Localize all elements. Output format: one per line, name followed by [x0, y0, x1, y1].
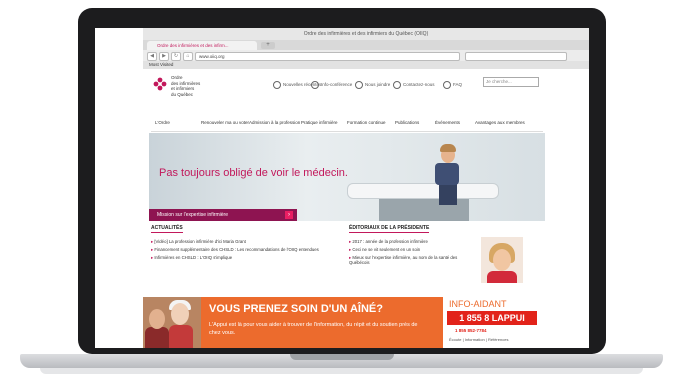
- menu-item[interactable]: Admission à la profession: [249, 120, 300, 125]
- ad-subtitle: L'Appui est là pour vous aider à trouver…: [209, 322, 418, 336]
- site-logo[interactable]: Ordre des infirmières et infirmiers du Q…: [153, 75, 213, 115]
- person-face: [149, 309, 165, 329]
- phone-icon: [393, 81, 401, 89]
- editorial-item[interactable]: 2017 : année de la profession infirmière: [349, 239, 475, 244]
- appui-ad-banner[interactable]: VOUS PRENEZ SOIN D'UN AÎNÉ? L'Appui est …: [143, 297, 443, 348]
- arrow-right-icon: ›: [285, 211, 293, 219]
- child-legs: [439, 183, 457, 205]
- laptop-notch: [290, 354, 394, 360]
- contact-icon: [355, 81, 363, 89]
- menu-item[interactable]: Pratique infirmière: [301, 120, 338, 125]
- forward-icon[interactable]: ▶: [159, 52, 169, 61]
- news-icon: [273, 81, 281, 89]
- logo-text: Ordre des infirmières et infirmiers du Q…: [171, 75, 201, 97]
- info-aidant-alt-phone: 1 855 852-7784: [455, 328, 487, 333]
- screen-left-margin: [95, 28, 143, 348]
- home-icon[interactable]: ⌂: [183, 52, 193, 61]
- menu-item[interactable]: L'Ordre: [155, 120, 170, 125]
- address-bar[interactable]: www.oiiq.org: [195, 52, 460, 61]
- browser-toolbar: ◀ ▶ ↻ ⌂ www.oiiq.org: [143, 50, 589, 61]
- util-contact[interactable]: Nous joindre: [355, 81, 390, 89]
- news-item[interactable]: Infirmières en CHSLD : L'OIIQ s'implique: [151, 255, 326, 260]
- person-body: [169, 325, 193, 348]
- webpage: Ordre des infirmières et infirmiers du Q…: [143, 69, 589, 348]
- menu-item[interactable]: Publications: [395, 120, 419, 125]
- main-menu: L'Ordre Renouveler ma ou voter Admission…: [151, 119, 543, 132]
- info-aidant-box[interactable]: INFO-AIDANT 1 855 8 LAPPUI 1 855 852-778…: [445, 297, 541, 348]
- new-tab-button[interactable]: +: [261, 42, 275, 49]
- menu-item[interactable]: Avantages aux membres: [475, 120, 525, 125]
- mission-link[interactable]: Mission sur l'expertise infirmière ›: [149, 209, 297, 221]
- bookmarks-bar: Most Visited: [143, 61, 589, 69]
- util-conference[interactable]: Info-conférence: [311, 81, 352, 89]
- menu-item[interactable]: Événements: [435, 120, 460, 125]
- child-hair: [440, 144, 456, 152]
- oiiq-logo-icon: [153, 77, 167, 91]
- util-faq[interactable]: FAQ: [443, 81, 462, 89]
- window-title: Ordre des infirmières et des infirmiers …: [303, 31, 429, 37]
- browser-tab[interactable]: Ordre des infirmières et des infirm...: [147, 41, 257, 50]
- ad-photo: [143, 297, 201, 348]
- editorial-list: 2017 : année de la profession infirmière…: [349, 239, 475, 268]
- news-item[interactable]: [Vidéo] La profession infirmière d'ici M…: [151, 239, 326, 244]
- exam-bed: [347, 183, 499, 199]
- menu-item[interactable]: Renouveler ma ou voter: [201, 120, 249, 125]
- bookmark-most-visited[interactable]: Most Visited: [149, 62, 173, 67]
- question-icon: [443, 81, 451, 89]
- menu-item[interactable]: Formation continue: [347, 120, 386, 125]
- child-body: [435, 163, 459, 185]
- hero-banner[interactable]: Pas toujours obligé de voir le médecin. …: [149, 133, 545, 221]
- face: [493, 249, 511, 271]
- news-item[interactable]: Financement supplémentaire des CHSLD : L…: [151, 247, 326, 252]
- reload-icon[interactable]: ↻: [171, 52, 181, 61]
- back-icon[interactable]: ◀: [147, 52, 157, 61]
- info-aidant-phone: 1 855 8 LAPPUI: [447, 311, 537, 325]
- editorial-item[interactable]: Mieux sur l'expertise infirmière, au nom…: [349, 255, 475, 265]
- browser-tabstrip: Ordre des infirmières et des infirm... +: [143, 40, 589, 50]
- person-face: [171, 303, 189, 325]
- browser-search-field[interactable]: [465, 52, 567, 61]
- laptop-base-shadow: [40, 368, 643, 374]
- util-contactez[interactable]: Contactez-nous: [393, 81, 435, 89]
- editorial-item[interactable]: Ceci ne se vit seulement en un soin: [349, 247, 475, 252]
- hero-headline: Pas toujours obligé de voir le médecin.: [159, 167, 348, 179]
- site-search-input[interactable]: Je cherche...: [483, 77, 539, 87]
- info-aidant-title: INFO-AIDANT: [449, 299, 507, 309]
- editorial-heading: ÉDITORIAUX DE LA PRÉSIDENTE: [349, 225, 430, 233]
- news-heading: ACTUALITÉS: [151, 225, 183, 233]
- person-body: [145, 327, 169, 348]
- ad-title: VOUS PRENEZ SOIN D'UN AÎNÉ?: [209, 303, 383, 315]
- news-list: [Vidéo] La profession infirmière d'ici M…: [151, 239, 326, 263]
- president-photo: [481, 237, 523, 283]
- shirt: [487, 271, 517, 283]
- info-aidant-links: Écoute | Information | Références: [449, 337, 509, 342]
- laptop-screen: Ordre des infirmières et des infirmiers …: [95, 28, 589, 348]
- conference-icon: [311, 81, 319, 89]
